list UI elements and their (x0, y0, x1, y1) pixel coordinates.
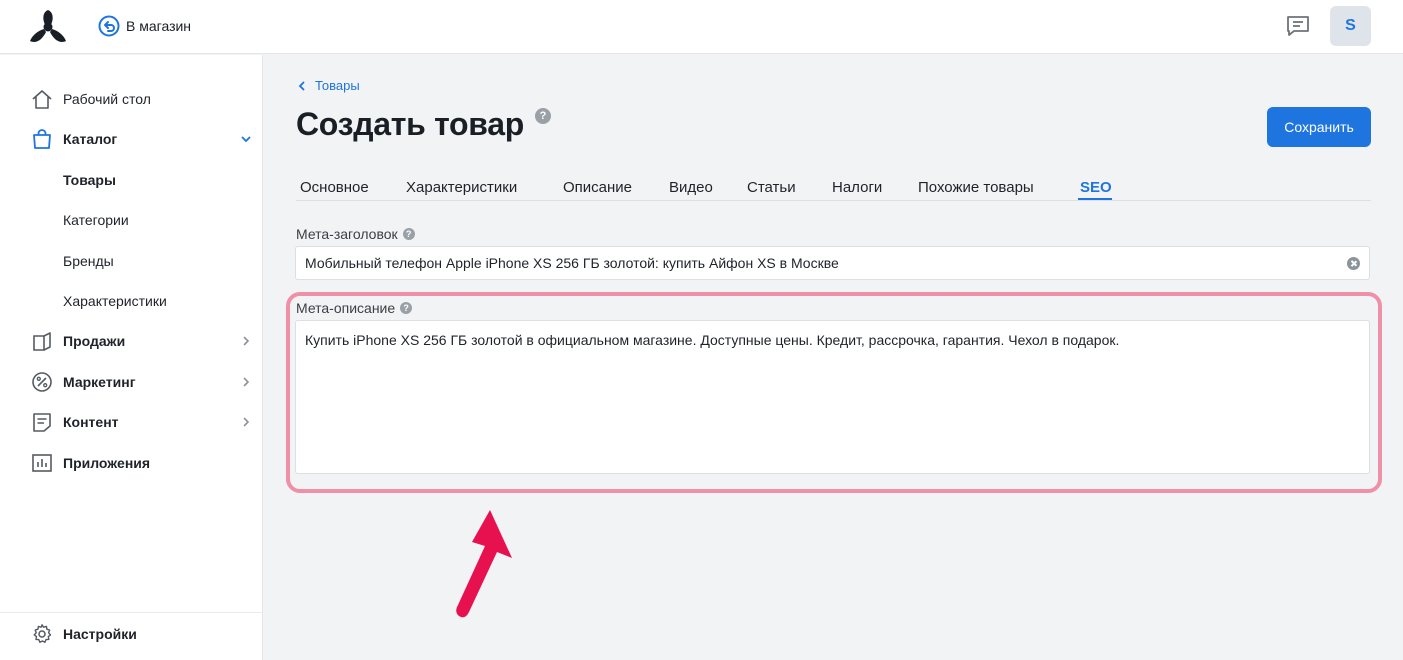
home-icon (32, 90, 52, 109)
save-button[interactable]: Сохранить (1267, 107, 1371, 147)
tab-articles[interactable]: Статьи (747, 179, 796, 196)
chat-icon[interactable] (1285, 13, 1311, 39)
sidebar-item-label: Рабочий стол (63, 91, 151, 107)
meta-desc-label: Мета-описание ? (296, 300, 413, 316)
percent-icon (32, 372, 52, 392)
chevron-down-icon (241, 136, 251, 143)
meta-title-label: Мета-заголовок ? (296, 226, 415, 242)
pointer-arrow-icon (456, 510, 512, 618)
sidebar-item-label: Категории (63, 212, 129, 228)
sidebar-item-catalog[interactable]: Каталог (0, 121, 263, 157)
chevron-right-icon (243, 377, 250, 387)
sidebar-item-label: Бренды (63, 253, 114, 269)
breadcrumb-label: Товары (315, 78, 360, 93)
sidebar-item-settings[interactable]: Настройки (0, 616, 263, 652)
sidebar-item-categories[interactable]: Категории (0, 202, 263, 238)
top-bar: В магазин S (0, 0, 1403, 54)
tab-video[interactable]: Видео (669, 179, 713, 196)
sidebar-item-dashboard[interactable]: Рабочий стол (0, 81, 263, 117)
tab-description[interactable]: Описание (563, 179, 632, 196)
tab-similar-products[interactable]: Похожие товары (918, 179, 1034, 196)
page-title: Создать товар (296, 106, 524, 142)
sidebar-item-label: Приложения (63, 455, 151, 471)
sidebar-item-products[interactable]: Товары (0, 162, 263, 198)
sidebar-item-label: Маркетинг (63, 374, 136, 390)
sidebar-item-apps[interactable]: Приложения (0, 445, 263, 481)
user-avatar[interactable]: S (1330, 6, 1371, 46)
sidebar-item-brands[interactable]: Бренды (0, 243, 263, 279)
sidebar-item-content[interactable]: Контент (0, 404, 263, 440)
help-icon[interactable]: ? (535, 108, 551, 124)
sidebar-item-characteristics[interactable]: Характеристики (0, 283, 263, 319)
meta-desc-label-text: Мета-описание (296, 300, 396, 316)
sidebar-item-label: Товары (63, 172, 116, 188)
sidebar-item-label: Характеристики (63, 293, 167, 309)
sidebar-item-marketing[interactable]: Маркетинг (0, 364, 263, 400)
chevron-right-icon (243, 336, 250, 346)
chevron-right-icon (243, 417, 250, 427)
meta-description-textarea[interactable]: Купить iPhone XS 256 ГБ золотой в официа… (295, 320, 1370, 474)
sidebar: Рабочий стол Каталог Товары Категории Бр… (0, 55, 263, 660)
chevron-left-icon (298, 81, 305, 90)
logo-icon[interactable] (28, 9, 68, 45)
help-icon[interactable]: ? (402, 228, 415, 240)
meta-title-input[interactable] (295, 246, 1370, 280)
sidebar-divider (0, 612, 263, 613)
apps-chart-icon (32, 454, 52, 472)
sidebar-item-label: Продажи (63, 333, 126, 349)
shopping-bag-icon (33, 129, 51, 149)
breadcrumb[interactable]: Товары (297, 78, 360, 93)
back-arrow-circle-icon (98, 15, 120, 37)
meta-title-label-text: Мета-заголовок (296, 226, 398, 242)
tab-seo[interactable]: SEO (1080, 179, 1112, 196)
help-icon[interactable]: ? (400, 302, 413, 314)
back-to-store-link[interactable]: В магазин (98, 15, 191, 37)
sidebar-item-label: Настройки (63, 626, 137, 642)
gear-icon (33, 624, 52, 643)
sidebar-item-sales[interactable]: Продажи (0, 323, 263, 359)
active-tab-indicator (1078, 198, 1112, 200)
tab-taxes[interactable]: Налоги (832, 179, 882, 196)
sidebar-item-label: Контент (63, 414, 119, 430)
clear-icon[interactable] (1347, 257, 1360, 270)
sidebar-item-label: Каталог (63, 131, 118, 147)
back-to-store-label: В магазин (126, 18, 192, 34)
tab-basic[interactable]: Основное (300, 179, 369, 196)
content-icon (33, 413, 51, 432)
orders-icon (33, 332, 51, 351)
tab-bar: Основное Характеристики Описание Видео С… (296, 171, 1371, 201)
tab-characteristics[interactable]: Характеристики (406, 179, 517, 196)
